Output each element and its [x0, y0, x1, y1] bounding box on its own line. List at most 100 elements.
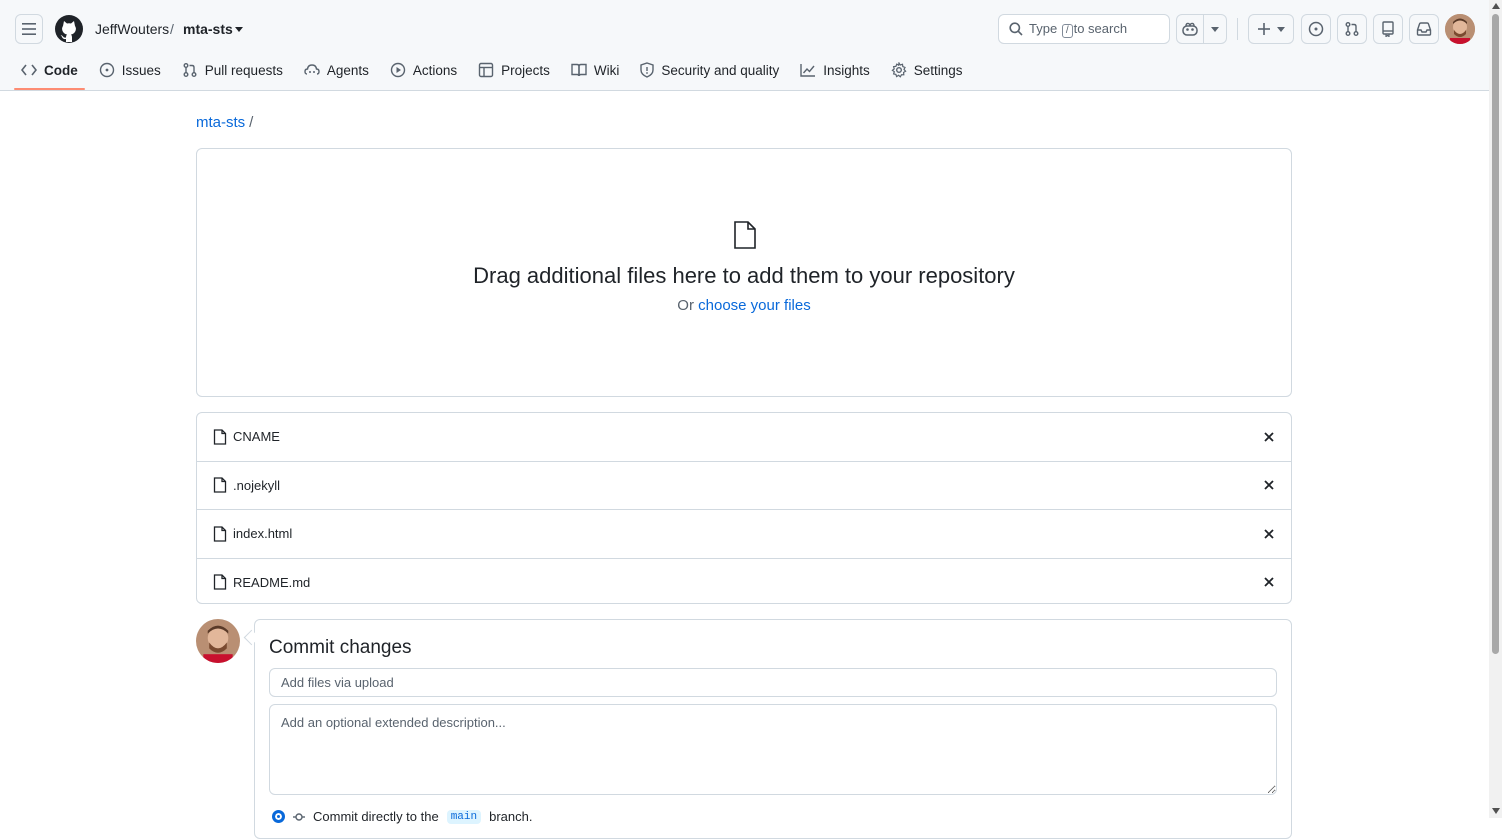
inbox-icon: [1416, 22, 1432, 36]
repo-nav: Code Issues Pull requests Agents Actions…: [0, 52, 963, 90]
github-logo-icon[interactable]: [54, 14, 84, 44]
gear-icon: [891, 62, 907, 78]
remove-file-button[interactable]: [1261, 526, 1277, 542]
search-shortcut-key: /: [1061, 23, 1073, 38]
remove-file-button[interactable]: [1261, 429, 1277, 445]
file-dropzone[interactable]: Drag additional files here to add them t…: [196, 148, 1292, 397]
search-placeholder-prefix: Type: [1029, 20, 1058, 36]
tab-wiki-label: Wiki: [593, 62, 620, 78]
commit-directly-option[interactable]: Commit directly to the main branch.: [272, 809, 532, 824]
choose-files-link[interactable]: choose your files: [698, 297, 811, 314]
file-name: index.html: [233, 526, 293, 542]
close-icon: [1264, 432, 1274, 442]
file-name: .nojekyll: [233, 477, 280, 493]
scrollbar-thumb[interactable]: [1492, 14, 1499, 654]
user-avatar-image: [1445, 14, 1475, 44]
plus-icon: [1257, 23, 1270, 35]
shield-icon: [640, 62, 655, 78]
create-new-button[interactable]: [1248, 14, 1294, 44]
scroll-up-arrow-icon[interactable]: [1492, 3, 1500, 9]
header-divider: [1237, 18, 1238, 40]
close-icon: [1264, 480, 1274, 490]
book-icon: [571, 63, 587, 77]
tab-projects-label: Projects: [501, 62, 550, 78]
list-item: index.html: [197, 510, 1291, 559]
copilot-menu-button[interactable]: [1203, 14, 1227, 44]
list-item: README.md: [197, 559, 1291, 604]
remove-file-button[interactable]: [1261, 477, 1277, 493]
file-icon: [213, 526, 227, 542]
tab-agents[interactable]: Agents: [304, 52, 369, 88]
tab-insights-label: Insights: [823, 62, 870, 78]
chevron-down-icon: [1276, 26, 1285, 32]
code-icon: [21, 64, 37, 76]
commit-author-avatar: [196, 619, 240, 663]
tab-wiki[interactable]: Wiki: [571, 52, 620, 88]
chevron-down-icon[interactable]: [235, 27, 243, 32]
tab-actions[interactable]: Actions: [390, 52, 457, 88]
tab-code[interactable]: Code: [14, 52, 85, 90]
issue-icon: [1308, 21, 1324, 37]
file-icon: [213, 574, 227, 590]
tab-issues-label: Issues: [121, 62, 161, 78]
tab-issues[interactable]: Issues: [99, 52, 161, 88]
graph-icon: [800, 64, 816, 77]
copilot-button[interactable]: [1176, 14, 1204, 44]
file-icon: [734, 221, 756, 249]
table-icon: [478, 62, 494, 78]
commit-author-avatar-image: [196, 619, 240, 663]
commit-title: Commit changes: [269, 637, 412, 658]
pull-requests-button[interactable]: [1337, 14, 1367, 44]
dropzone-title: Drag additional files here to add them t…: [473, 263, 1015, 288]
tab-agents-label: Agents: [326, 62, 369, 78]
commit-icon: [293, 812, 305, 821]
tab-projects[interactable]: Projects: [478, 52, 550, 88]
tab-pull-requests[interactable]: Pull requests: [182, 52, 283, 88]
file-name: README.md: [233, 574, 311, 590]
commit-directly-radio[interactable]: [272, 810, 285, 823]
remove-file-button[interactable]: [1261, 574, 1277, 590]
agents-icon: [304, 64, 320, 75]
commit-option-suffix: branch.: [489, 809, 533, 824]
repo-name-link[interactable]: mta-sts: [183, 21, 233, 37]
repo-icon: [1382, 21, 1394, 37]
pull-request-icon: [183, 63, 197, 77]
commit-message-input[interactable]: [269, 668, 1277, 697]
owner-repo-separator: /: [170, 21, 174, 37]
dropzone-prefix: Or: [677, 297, 694, 314]
app-header: JeffWouters / mta-sts Type / to search C…: [0, 0, 1489, 91]
branch-name: main: [446, 809, 482, 824]
breadcrumb: mta-sts /: [196, 114, 253, 131]
list-item: .nojekyll: [197, 462, 1291, 510]
commit-description-input[interactable]: [269, 704, 1277, 795]
search-input[interactable]: Type / to search: [998, 14, 1170, 44]
upload-file-list: CNAME .nojekyll index.html README.md: [196, 412, 1292, 604]
list-item: CNAME: [197, 413, 1291, 462]
search-icon: [1009, 22, 1023, 36]
repo-owner-link[interactable]: JeffWouters: [95, 21, 169, 37]
play-icon: [390, 62, 406, 78]
tab-code-label: Code: [44, 62, 78, 78]
close-icon: [1264, 529, 1274, 539]
file-icon: [213, 477, 227, 493]
user-avatar[interactable]: [1445, 14, 1475, 44]
issues-button[interactable]: [1301, 14, 1331, 44]
file-icon: [213, 429, 227, 445]
close-icon: [1264, 577, 1274, 587]
tab-settings-label: Settings: [913, 62, 963, 78]
repositories-button[interactable]: [1373, 14, 1403, 44]
tab-security-and-quality[interactable]: Security and quality: [640, 52, 779, 88]
tab-security-label: Security and quality: [661, 62, 780, 78]
search-placeholder-suffix: to search: [1073, 20, 1128, 36]
breadcrumb-separator: /: [249, 114, 254, 131]
commit-option-prefix: Commit directly to the: [313, 809, 439, 824]
inbox-button[interactable]: [1409, 14, 1439, 44]
scroll-down-arrow-icon[interactable]: [1492, 808, 1500, 814]
hamburger-icon: [22, 23, 36, 35]
page-scrollbar[interactable]: [1489, 0, 1502, 818]
menu-button[interactable]: [15, 14, 43, 44]
dropzone-subtitle: Or choose your files: [197, 297, 1291, 314]
breadcrumb-repo-link[interactable]: mta-sts: [196, 114, 245, 131]
tab-settings[interactable]: Settings: [891, 52, 963, 88]
tab-insights[interactable]: Insights: [800, 52, 870, 88]
